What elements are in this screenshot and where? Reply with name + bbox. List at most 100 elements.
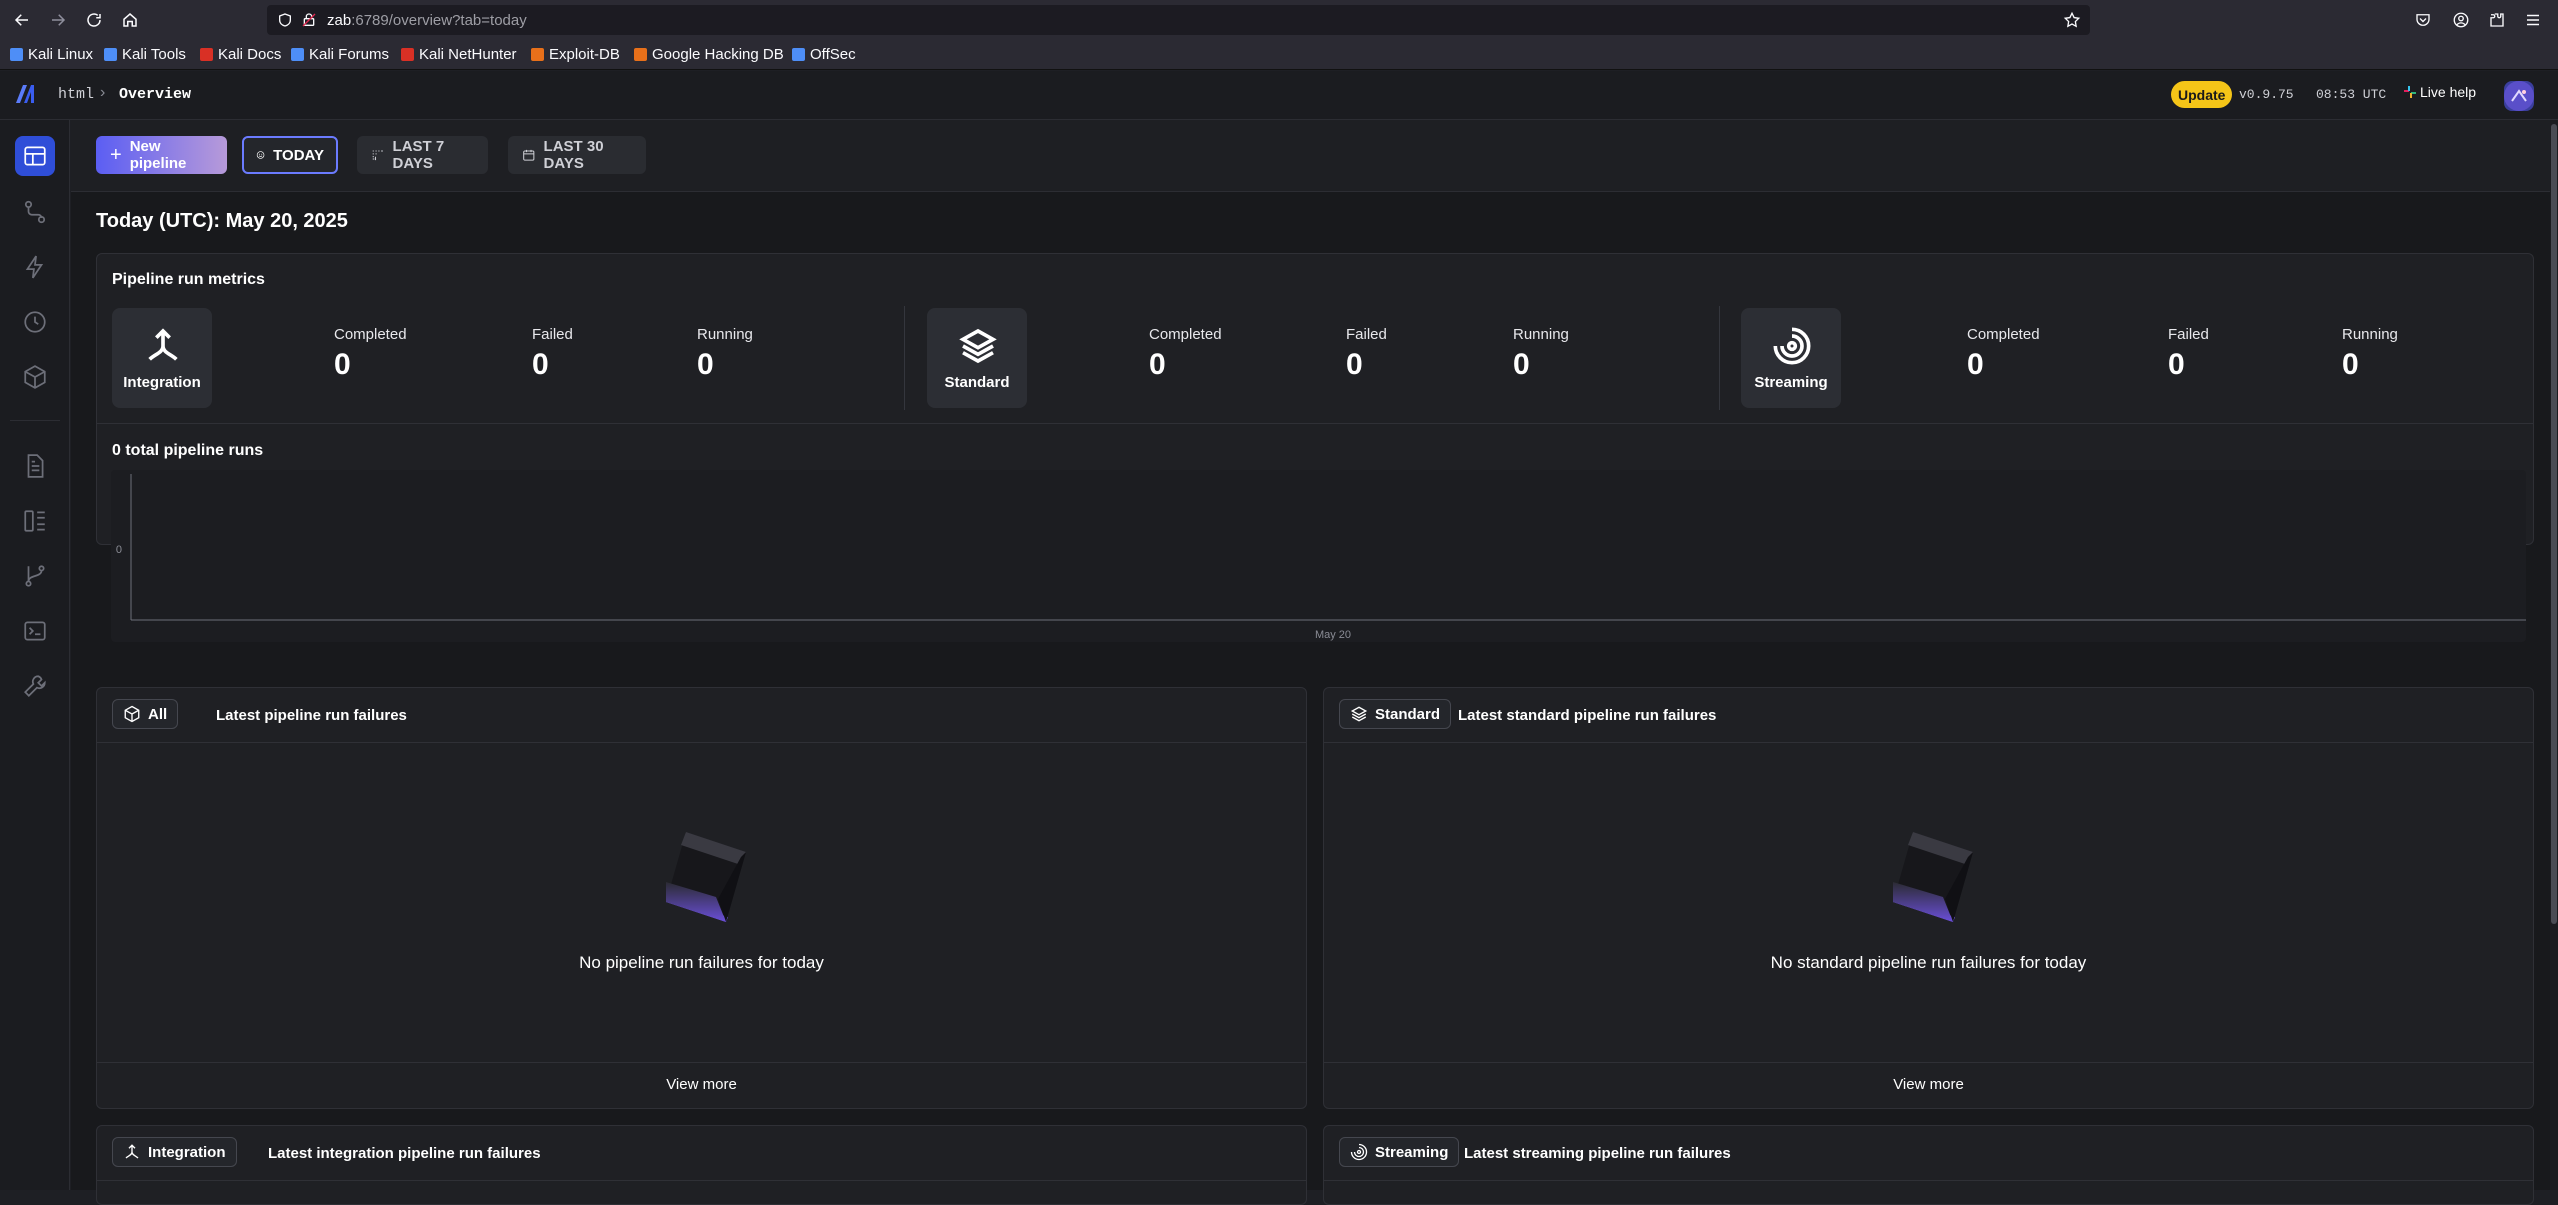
cube-icon [22,364,48,390]
scrollbar-track[interactable] [2550,120,2558,1190]
bookmarks-bar: Kali Linux Kali Tools Kali Docs Kali For… [0,40,2558,70]
exploit-db-icon [531,48,544,61]
x-tick-label: May 20 [1315,629,1351,641]
nav-pipelines[interactable] [15,192,55,232]
streaming-completed-label: Completed [1967,326,2040,343]
tab-last-30-days[interactable]: LAST 30 DAYS [508,136,646,174]
streaming-completed-value: 0 [1967,348,1984,382]
failures-standard-view-more-button[interactable]: View more [1324,1076,2533,1093]
streaming-icon [1350,1143,1368,1161]
standard-failed-label: Failed [1346,326,1387,343]
forward-button[interactable] [44,6,72,34]
bookmark-kali-forums[interactable]: Kali Forums [291,46,389,63]
version-label: v0.9.75 [2239,87,2294,102]
browser-toolbar: zab:6789/overview?tab=today [0,0,2558,40]
metrics-divider [904,306,905,410]
panel-divider [1324,1180,2533,1181]
main-content: + New pipeline TODAY LAST 7 DAYS LAST 30… [71,120,2558,1190]
panel-divider [97,1180,1306,1181]
empty-cube-illustration [1883,827,1978,927]
integration-failed-value: 0 [532,348,549,382]
failures-integration-title: Latest integration pipeline run failures [268,1145,541,1162]
clock-icon [22,309,48,335]
panel-divider [97,742,1306,743]
live-help-link[interactable]: Live help [2404,84,2476,100]
tag-all: All [112,699,178,729]
nav-templates[interactable] [15,501,55,541]
bookmark-exploit-db[interactable]: Exploit-DB [531,46,620,63]
y-tick-label: 0 [116,544,122,556]
tab-today[interactable]: TODAY [242,136,338,174]
bookmark-google-hacking-db[interactable]: Google Hacking DB [634,46,784,63]
nethunter-icon [401,48,414,61]
integration-completed-label: Completed [334,326,407,343]
bookmark-kali-nethunter[interactable]: Kali NetHunter [401,46,517,63]
templates-icon [22,508,48,534]
standard-completed-value: 0 [1149,348,1166,382]
url-bar[interactable]: zab:6789/overview?tab=today [267,5,2090,35]
failures-all-empty-text: No pipeline run failures for today [97,953,1306,973]
back-button[interactable] [8,6,36,34]
nav-runs[interactable] [15,302,55,342]
calendar-icon [522,147,536,163]
streaming-failed-value: 0 [2168,348,2185,382]
plus-icon: + [110,144,122,167]
bookmark-offsec[interactable]: OffSec [792,46,856,63]
layers-icon [958,326,998,366]
tab-last-7-days[interactable]: LAST 7 DAYS [357,136,488,174]
nav-version-control[interactable] [15,556,55,596]
insecure-lock-icon[interactable] [301,12,317,28]
streaming-running-label: Running [2342,326,2398,343]
tag-standard: Standard [1339,699,1451,729]
nav-terminal[interactable] [15,611,55,651]
failures-all-view-more-button[interactable]: View more [97,1076,1306,1093]
smiley-icon [256,147,265,163]
document-icon [22,453,48,479]
shield-icon [277,12,293,28]
standard-completed-label: Completed [1149,326,1222,343]
offsec-icon [792,48,805,61]
streaming-tile: Streaming [1741,308,1841,408]
extensions-icon[interactable] [2488,11,2506,29]
panel-divider [1324,1062,2533,1063]
nav-triggers[interactable] [15,247,55,287]
pocket-icon[interactable] [2414,11,2432,29]
nav-settings[interactable] [15,666,55,706]
streaming-icon [1772,326,1812,366]
avatar[interactable] [2504,81,2534,111]
scrollbar-thumb[interactable] [2551,124,2557,924]
failures-panel-standard: Standard Latest standard pipeline run fa… [1323,687,2534,1109]
nav-blocks[interactable] [15,357,55,397]
merge-icon [143,326,183,366]
failures-streaming-title: Latest streaming pipeline run failures [1464,1145,1731,1162]
menu-icon[interactable] [2524,11,2542,29]
breadcrumb-chevron-icon: › [100,84,105,102]
page-title: Today (UTC): May 20, 2025 [96,210,348,233]
empty-cube-illustration [656,827,751,927]
runs-chart-svg: 0 May 20 [111,470,2526,642]
bookmark-kali-tools[interactable]: Kali Tools [104,46,186,63]
integration-completed-value: 0 [334,348,351,382]
bookmark-star-icon[interactable] [2063,11,2081,29]
new-pipeline-button[interactable]: + New pipeline [96,136,227,174]
failures-panel-integration: Integration Latest integration pipeline … [96,1125,1307,1205]
week-grid-icon [371,147,385,163]
bookmark-kali-linux[interactable]: Kali Linux [10,46,93,63]
nav-files[interactable] [15,446,55,486]
tag-streaming: Streaming [1339,1137,1459,1167]
breadcrumb-root[interactable]: html [58,86,94,103]
kali-dragon-icon [10,48,23,61]
home-button[interactable] [116,6,144,34]
metrics-section-divider [97,423,2533,424]
account-icon[interactable] [2452,11,2470,29]
nav-overview[interactable] [15,136,55,176]
mage-logo-icon[interactable] [14,83,40,105]
update-badge[interactable]: Update [2171,81,2232,108]
lightning-icon [22,254,48,280]
bookmark-kali-docs[interactable]: Kali Docs [200,46,281,63]
standard-running-label: Running [1513,326,1569,343]
url-text: zab:6789/overview?tab=today [327,12,527,29]
reload-button[interactable] [80,6,108,34]
standard-running-value: 0 [1513,348,1530,382]
merge-icon [123,1143,141,1161]
